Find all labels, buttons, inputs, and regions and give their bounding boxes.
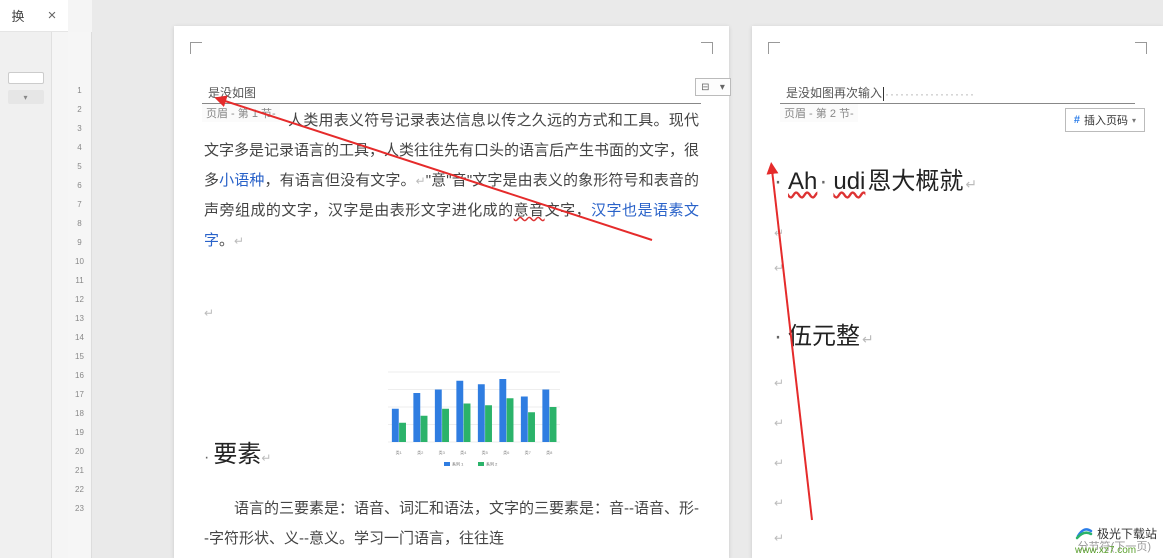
header-options-button[interactable]: ⊟ ▾ xyxy=(695,78,731,96)
page-1: 是没如图 ⊟ ▾ 页眉 - 第 1 节- 页眉-第1节- 人类用表义符号记录表达… xyxy=(174,26,729,558)
header-layout-icon: ⊟ xyxy=(701,82,709,93)
insert-page-number-button[interactable]: # 插入页码 ▾ xyxy=(1065,108,1145,132)
text-run: ，有语言但没有文字。 xyxy=(264,172,415,189)
page-header[interactable]: 是没如图 xyxy=(202,84,701,104)
nav-thumbnail[interactable] xyxy=(8,72,44,84)
chevron-down-icon: ▾ xyxy=(720,82,725,93)
margin-corner xyxy=(768,42,780,54)
paragraph-mark: ↵ xyxy=(774,226,784,240)
svg-text:类3: 类3 xyxy=(439,449,446,455)
text-cursor xyxy=(883,87,884,101)
page-header[interactable]: 是没如图再次输入 ·················· xyxy=(780,84,1135,104)
header-text: 是没如图再次输入 xyxy=(786,84,882,101)
text-run: 伍元整 xyxy=(788,316,860,351)
bullet-icon: · xyxy=(774,168,782,196)
heading-line-2[interactable]: · 伍元整↵ xyxy=(774,316,874,351)
header-leader-dots: ·················· xyxy=(885,87,1129,101)
header-section-label: 页眉 - 第 2 节- xyxy=(780,104,858,122)
margin-corner xyxy=(1135,42,1147,54)
paragraph-mark: ↵ xyxy=(204,306,214,320)
text-run: 语言的三要素是：语音、词汇和语法，文字的三要素是：音--语音、形--字符形状、义… xyxy=(204,500,699,547)
text-run: 文字， xyxy=(545,202,591,219)
watermark: 极光下载站 www.xz7.com xyxy=(1075,524,1157,556)
nav-dropdown[interactable]: ▾ xyxy=(8,90,44,104)
paragraph-mark: ↵ xyxy=(261,451,271,465)
brand-url: www.xz7.com xyxy=(1075,545,1157,556)
hyperlink[interactable]: 小语种 xyxy=(219,172,264,189)
page-number-icon: # xyxy=(1074,114,1080,126)
toolbar-fragment: 换 × xyxy=(0,0,68,32)
paragraph-mark: ↵ xyxy=(774,496,784,510)
paragraph-mark: ↵ xyxy=(234,234,244,248)
svg-text:类5: 类5 xyxy=(482,449,489,455)
text-run: Ah xyxy=(788,168,817,196)
close-icon[interactable]: × xyxy=(48,7,57,24)
svg-text:类2: 类2 xyxy=(417,449,424,455)
paragraph-2[interactable]: 语言的三要素是：语音、词汇和语法，文字的三要素是：音--语音、形--字符形状、义… xyxy=(204,494,699,554)
text-run: udi xyxy=(833,168,865,196)
bullet-icon: · xyxy=(204,449,209,466)
svg-text:类6: 类6 xyxy=(503,449,510,455)
bullet-icon: · xyxy=(774,323,782,351)
paragraph-mark: ↵ xyxy=(774,456,784,470)
paragraph-mark: ↵ xyxy=(774,531,784,545)
paragraph-mark: ↵ xyxy=(774,376,784,390)
svg-text:系列 1: 系列 1 xyxy=(452,461,464,467)
margin-corner xyxy=(701,42,713,54)
paragraph-mark: ↵ xyxy=(965,176,977,193)
heading-text: 要素 xyxy=(213,441,261,468)
embedded-chart[interactable]: 类1 类2 类3 类4 类5 类6 类7 类8 系列 1 系列 2 xyxy=(374,358,574,468)
svg-text:类4: 类4 xyxy=(460,449,467,455)
brand-logo-icon xyxy=(1075,524,1093,542)
document-workspace: 是没如图 ⊟ ▾ 页眉 - 第 1 节- 页眉-第1节- 人类用表义符号记录表达… xyxy=(92,0,1163,558)
svg-text:类1: 类1 xyxy=(396,449,403,455)
svg-text:类7: 类7 xyxy=(525,449,532,455)
button-label: 插入页码 xyxy=(1084,112,1128,128)
svg-text:类8: 类8 xyxy=(546,449,553,455)
paragraph-mark: ↵ xyxy=(774,416,784,430)
paragraph-mark: ↵ xyxy=(862,331,874,348)
vertical-ruler: 1234567891011121314151617181920212223 xyxy=(68,32,92,558)
text-run: "意"音" xyxy=(426,172,472,189)
paragraph-mark: ↵ xyxy=(774,261,784,275)
svg-text:系列 2: 系列 2 xyxy=(486,461,498,467)
header-text: 是没如图 xyxy=(208,84,256,101)
text-run: 。 xyxy=(219,232,234,249)
margin-corner xyxy=(190,42,202,54)
heading-block[interactable]: ·要素↵ xyxy=(204,434,271,469)
chevron-down-icon: ▾ xyxy=(1132,116,1136,125)
paragraph-1[interactable]: 页眉-第1节- 人类用表义符号记录表达信息以传之久远的方式和工具。现代文字多是记… xyxy=(204,106,699,256)
bullet-icon: · xyxy=(819,168,827,196)
brand-name: 极光下载站 xyxy=(1097,525,1157,542)
heading-line-1[interactable]: · Ah·udi 恩大概就↵ xyxy=(774,161,977,196)
page-2: 是没如图再次输入 ·················· 页眉 - 第 2 节- … xyxy=(752,26,1163,558)
text-run: 恩大概就 xyxy=(867,161,963,196)
replace-label[interactable]: 换 xyxy=(12,6,25,25)
paragraph-mark: ↵ xyxy=(416,174,426,188)
text-run: 意音 xyxy=(514,202,545,219)
nav-panel: ▾ xyxy=(0,32,52,558)
